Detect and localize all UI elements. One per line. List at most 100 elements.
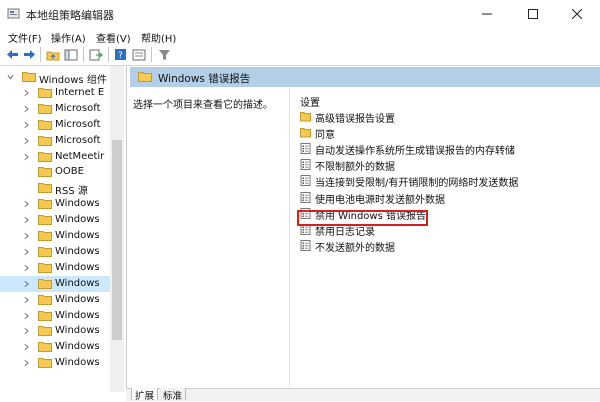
tree-item[interactable]: Windows bbox=[0, 244, 110, 260]
tree-item-label: Windows bbox=[55, 357, 100, 369]
tree-item[interactable]: Windows bbox=[0, 292, 110, 308]
list-setting-item[interactable]: 当连接到受限制/有开销限制的网络时发送数据 bbox=[297, 173, 577, 189]
filter-button[interactable] bbox=[157, 47, 172, 62]
folder-icon bbox=[38, 278, 52, 289]
show-hide-tree-button[interactable] bbox=[63, 47, 78, 62]
properties-icon bbox=[132, 49, 145, 60]
list-item-label: 自动发送操作系统所生成错误报告的内存转储 bbox=[315, 146, 515, 158]
chevron-right-icon[interactable] bbox=[23, 121, 30, 129]
tree-item[interactable]: RSS 源 bbox=[0, 180, 110, 197]
content-scrollbar[interactable] bbox=[585, 88, 600, 388]
menu-action[interactable]: 操作(A) bbox=[51, 30, 86, 45]
menu-file[interactable]: 文件(F) bbox=[8, 30, 42, 45]
policy-setting-icon bbox=[300, 239, 311, 251]
up-folder-icon bbox=[46, 51, 59, 60]
menu-help[interactable]: 帮助(H) bbox=[141, 30, 176, 45]
tree-item[interactable]: Windows bbox=[0, 308, 110, 324]
tree-item-label: NetMeetir bbox=[55, 150, 105, 162]
chevron-right-icon[interactable] bbox=[23, 232, 30, 240]
toolbar-separator bbox=[108, 47, 109, 62]
tree-item-label: Windows 组件 bbox=[39, 75, 107, 86]
policy-setting-icon bbox=[300, 175, 311, 187]
chevron-right-icon[interactable] bbox=[23, 359, 30, 367]
chevron-right-icon[interactable] bbox=[23, 168, 30, 176]
tree-item-label: Windows bbox=[55, 309, 100, 321]
list-item-label: 不发送额外的数据 bbox=[315, 242, 395, 254]
tree-item[interactable]: NetMeetir bbox=[0, 149, 110, 165]
tab-extended[interactable]: 扩展 bbox=[131, 388, 159, 402]
tree-item-label: Windows bbox=[55, 277, 100, 289]
help-button[interactable]: ? bbox=[113, 47, 128, 62]
chevron-right-icon[interactable] bbox=[23, 248, 30, 256]
chevron-right-icon[interactable] bbox=[23, 153, 30, 161]
menu-view[interactable]: 查看(V) bbox=[96, 30, 131, 45]
chevron-right-icon[interactable] bbox=[23, 105, 30, 113]
chevron-right-icon[interactable] bbox=[23, 216, 30, 224]
maximize-icon bbox=[528, 9, 538, 19]
chevron-right-icon[interactable] bbox=[23, 327, 30, 335]
folder-icon bbox=[300, 112, 311, 122]
folder-icon bbox=[38, 310, 52, 321]
tree-item-label: Windows bbox=[55, 245, 100, 257]
tree-item-label: Microsoft bbox=[55, 102, 101, 114]
tree-item[interactable]: Windows bbox=[0, 355, 110, 371]
tree-item[interactable]: OOBE bbox=[0, 164, 110, 180]
list-setting-item[interactable]: 自动发送操作系统所生成错误报告的内存转储 bbox=[297, 141, 577, 158]
folder-icon bbox=[38, 262, 52, 273]
tree-item[interactable]: Windows bbox=[0, 323, 110, 339]
chevron-right-icon[interactable] bbox=[23, 296, 30, 304]
chevron-right-icon[interactable] bbox=[23, 264, 30, 272]
tree-pane[interactable]: Windows 组件 Internet E Microsoft Microsoft Mi… bbox=[0, 66, 127, 400]
tree-item[interactable]: Windows bbox=[0, 339, 110, 355]
settings-column-header[interactable]: 设置 bbox=[300, 94, 320, 109]
tree-item[interactable]: Windows bbox=[0, 212, 110, 228]
list-item-label: 同意 bbox=[315, 130, 335, 142]
export-list-button[interactable] bbox=[88, 47, 103, 62]
minimize-button[interactable] bbox=[464, 0, 510, 28]
tree-item-label: Windows bbox=[55, 214, 100, 226]
tree-scrollbar-thumb[interactable] bbox=[112, 140, 122, 340]
close-button[interactable] bbox=[554, 0, 600, 28]
chevron-down-icon[interactable] bbox=[7, 73, 14, 81]
tree-item[interactable]: Microsoft bbox=[0, 117, 110, 133]
up-folder-button[interactable] bbox=[45, 47, 60, 62]
help-icon: ? bbox=[115, 49, 126, 61]
tree-item[interactable]: Windows bbox=[0, 228, 110, 244]
tree-item-label: Windows bbox=[55, 325, 100, 337]
maximize-button[interactable] bbox=[510, 0, 556, 28]
tree-item[interactable]: Windows bbox=[0, 275, 110, 292]
chevron-right-icon[interactable] bbox=[23, 137, 30, 145]
properties-button[interactable] bbox=[131, 47, 146, 62]
folder-icon bbox=[38, 342, 52, 353]
list-setting-item[interactable]: 使用电池电源时发送额外数据 bbox=[297, 190, 577, 206]
toolbar-separator bbox=[40, 47, 41, 62]
chevron-right-icon[interactable] bbox=[23, 280, 30, 288]
list-setting-item[interactable]: 不限制额外的数据 bbox=[297, 157, 577, 173]
chevron-right-icon[interactable] bbox=[23, 89, 30, 97]
list-item-label: 使用电池电源时发送额外数据 bbox=[315, 194, 445, 206]
tree-item-label: Microsoft bbox=[55, 118, 101, 130]
list-setting-item[interactable]: 不发送额外的数据 bbox=[297, 238, 577, 254]
folder-icon bbox=[38, 119, 52, 130]
chevron-right-icon[interactable] bbox=[23, 312, 30, 320]
chevron-right-icon[interactable] bbox=[23, 343, 30, 351]
tree-item[interactable]: Windows bbox=[0, 260, 110, 276]
content-header-title: Windows 错误报告 bbox=[158, 73, 251, 85]
tree-item-label: Windows bbox=[55, 261, 100, 273]
tree-item[interactable]: Internet E bbox=[0, 85, 110, 101]
tree-item[interactable]: Microsoft bbox=[0, 133, 110, 149]
folder-icon bbox=[38, 199, 52, 210]
policy-setting-icon bbox=[300, 191, 311, 203]
chevron-right-icon[interactable] bbox=[23, 200, 30, 208]
tree-item-label: Windows bbox=[55, 198, 100, 210]
tree-item[interactable]: Windows 组件 bbox=[0, 69, 110, 86]
tree-item[interactable]: Microsoft bbox=[0, 101, 110, 117]
forward-button[interactable] bbox=[22, 47, 37, 62]
list-folder-item[interactable]: 高级错误报告设置 bbox=[297, 109, 577, 125]
chevron-right-icon[interactable] bbox=[23, 184, 30, 192]
back-button[interactable] bbox=[5, 47, 20, 62]
tree-item[interactable]: Windows bbox=[0, 196, 110, 212]
list-folder-item[interactable]: 同意 bbox=[297, 125, 577, 142]
folder-icon bbox=[38, 215, 52, 226]
tab-standard[interactable]: 标准 bbox=[160, 388, 187, 402]
